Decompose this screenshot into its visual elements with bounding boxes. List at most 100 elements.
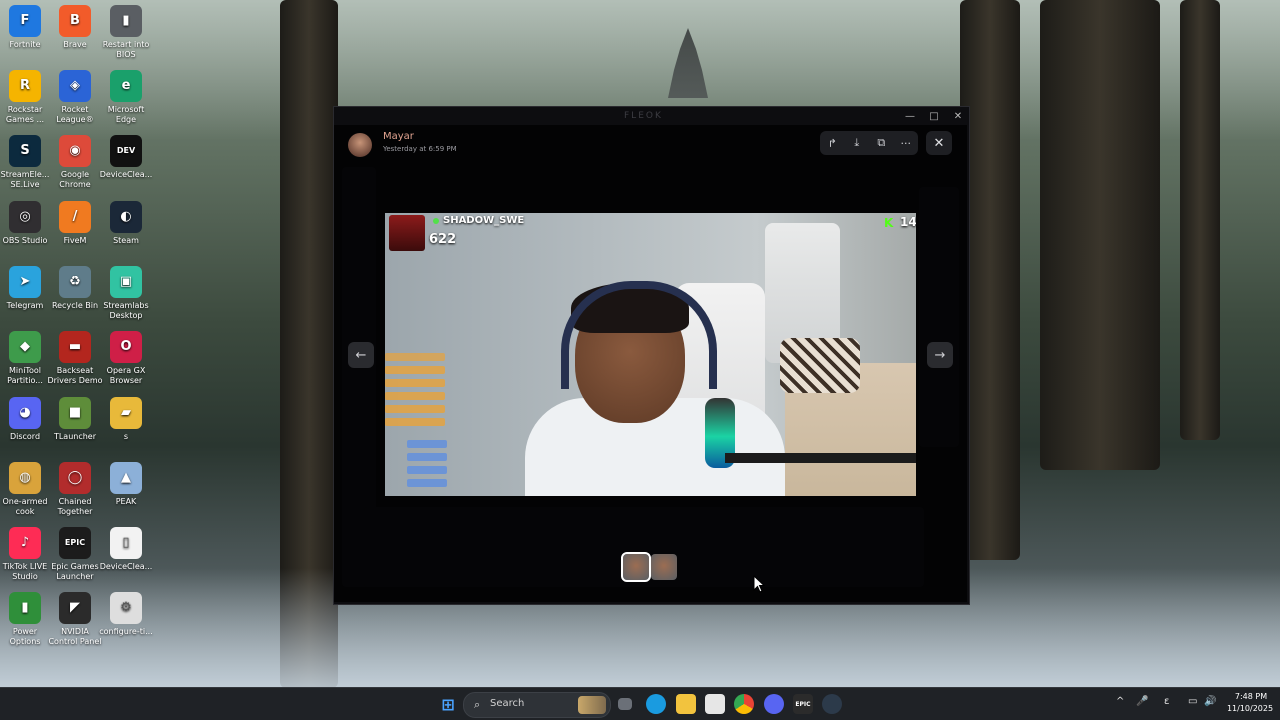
desktop-icon-label: Rocket League® xyxy=(56,105,94,124)
desktop-icon[interactable]: ➤ Telegram xyxy=(0,266,53,311)
minimize-button[interactable]: — xyxy=(902,110,918,124)
discord-taskbar-icon[interactable] xyxy=(764,694,784,714)
desktop-icon[interactable]: ◈ Rocket League® xyxy=(47,70,103,125)
desktop-icon-image: ◉ xyxy=(59,135,91,167)
desktop-icon[interactable]: ⚙ configure-ti... xyxy=(98,592,154,637)
desktop-icon-image: F xyxy=(9,5,41,37)
desktop-icon-image: R xyxy=(9,70,41,102)
desktop-icon[interactable]: ♻ Recycle Bin xyxy=(47,266,103,311)
desktop-icon[interactable]: EPIC Epic Games Launcher xyxy=(47,527,103,582)
desktop-icon-image: ■ xyxy=(59,397,91,429)
desktop-icon[interactable]: ▮ Restart into BIOS xyxy=(98,5,154,60)
desktop-icon-label: Rockstar Games ... xyxy=(5,105,45,124)
network-icon[interactable]: ▭ xyxy=(1188,696,1197,707)
taskbar-search[interactable]: ⌕ Search xyxy=(463,692,611,718)
maximize-button[interactable]: □ xyxy=(926,110,942,124)
desktop-icon-image: B xyxy=(59,5,91,37)
desktop-icon-label: Google Chrome xyxy=(59,170,91,189)
microphone-icon[interactable]: 🎤 xyxy=(1136,696,1148,707)
next-button[interactable]: → xyxy=(927,342,953,368)
desktop-icon-label: Restart into BIOS xyxy=(102,40,150,59)
clock-date[interactable]: 11/10/2025 xyxy=(1224,704,1276,713)
desktop-icon[interactable]: ■ TLauncher xyxy=(47,397,103,442)
desktop-icon-label: Streamlabs Desktop xyxy=(103,301,149,320)
volume-icon[interactable]: 🔊 xyxy=(1204,696,1216,707)
desktop-icon[interactable]: ◎ OBS Studio xyxy=(0,201,53,246)
open-in-browser-icon[interactable]: ⧉ xyxy=(872,134,890,152)
steam-taskbar-icon[interactable] xyxy=(822,694,842,714)
desktop-icon[interactable]: ▯ DeviceClea... xyxy=(98,527,154,572)
desktop-icon[interactable]: ◤ NVIDIA Control Panel xyxy=(47,592,103,647)
desktop-icon-label: Epic Games Launcher xyxy=(51,562,99,581)
desktop-icon[interactable]: ◕ Discord xyxy=(0,397,53,442)
desktop-icon[interactable]: R Rockstar Games ... xyxy=(0,70,53,125)
desktop-icon[interactable]: ▲ PEAK xyxy=(98,462,154,507)
media-viewer-overlay: Mayar Yesterday at 6:59 PM ↱ ⤓ ⧉ ··· ✕ ←… xyxy=(334,125,967,602)
desktop-icon-image: ◯ xyxy=(59,462,91,494)
desktop-icon-label: Steam xyxy=(113,236,139,245)
tree-trunk xyxy=(1180,0,1220,440)
desktop-icon[interactable]: ♪ TikTok LIVE Studio xyxy=(0,527,53,582)
desktop-icon[interactable]: ◆ MiniTool Partitio... xyxy=(0,331,53,386)
forward-icon[interactable]: ↱ xyxy=(823,134,841,152)
desktop-icon-label: StreamEle... SE.Live xyxy=(0,170,50,189)
desktop-icon[interactable]: ◐ Steam xyxy=(98,201,154,246)
desktop-icon-image: EPIC xyxy=(59,527,91,559)
more-options-icon[interactable]: ··· xyxy=(897,134,915,152)
desktop-icon[interactable]: ◯ Chained Together xyxy=(47,462,103,517)
download-icon[interactable]: ⤓ xyxy=(848,134,866,152)
desktop-icon[interactable]: S StreamEle... SE.Live xyxy=(0,135,53,190)
epic-games-taskbar-icon[interactable]: EPIC xyxy=(793,694,813,714)
file-explorer-icon[interactable] xyxy=(676,694,696,714)
desktop-icon-image: ♻ xyxy=(59,266,91,298)
desktop-icon[interactable]: F Fortnite xyxy=(0,5,53,50)
start-button[interactable]: ⊞ xyxy=(438,694,458,714)
desktop-icon[interactable]: ▬ Backseat Drivers Demo xyxy=(47,331,103,386)
chat-overlay-line xyxy=(385,379,445,387)
chat-overlay-line xyxy=(385,405,445,413)
desktop-icon[interactable]: ◉ Google Chrome xyxy=(47,135,103,190)
desktop-icon-label: Backseat Drivers Demo xyxy=(47,366,103,385)
author-name[interactable]: Mayar xyxy=(383,131,414,142)
desktop-icon-image: ▮ xyxy=(9,592,41,624)
thumbnail-item[interactable] xyxy=(621,552,651,582)
input-language-icon[interactable]: ε xyxy=(1164,696,1169,707)
store-icon[interactable] xyxy=(705,694,725,714)
desktop-icon[interactable]: DEV DeviceClea... xyxy=(98,135,154,180)
taskbar: ⊞ ⌕ Search EPIC ^ 🎤 ε ▭ 🔊 7:48 PM 11/10/… xyxy=(0,687,1280,720)
desktop-icon-image: ▮ xyxy=(110,5,142,37)
desktop-icon-image: DEV xyxy=(110,135,142,167)
desktop-icon[interactable]: ▰ s xyxy=(98,397,154,442)
desktop-icon-label: Telegram xyxy=(6,301,44,310)
tray-overflow-icon[interactable]: ^ xyxy=(1116,696,1124,707)
desktop-icon-label: TLauncher xyxy=(53,432,97,441)
background-window-title: FLEOK xyxy=(624,111,663,121)
search-icon: ⌕ xyxy=(474,698,481,711)
close-viewer-button[interactable]: ✕ xyxy=(926,131,952,155)
desktop-icon[interactable]: ◍ One-armed cook xyxy=(0,462,53,517)
previous-button[interactable]: ← xyxy=(348,342,374,368)
media-pillow xyxy=(780,338,860,393)
desktop-icon-label: Chained Together xyxy=(57,497,93,516)
stream-overlay: SHADOW_SWE 622 K 14 xyxy=(385,213,916,253)
edge-taskbar-icon[interactable] xyxy=(646,694,666,714)
chrome-taskbar-icon[interactable] xyxy=(734,694,754,714)
media-mic-arm xyxy=(725,453,916,463)
author-avatar[interactable] xyxy=(348,133,372,157)
window-close-button[interactable]: ✕ xyxy=(950,110,966,124)
desktop-icon-image: ➤ xyxy=(9,266,41,298)
desktop-icon-label: Brave xyxy=(63,40,87,49)
task-view-icon[interactable] xyxy=(618,698,632,710)
clock-time[interactable]: 7:48 PM xyxy=(1228,692,1274,701)
desktop-icon[interactable]: ▮ Power Options xyxy=(0,592,53,647)
streamer-avatar xyxy=(389,215,425,251)
desktop-icon[interactable]: B Brave xyxy=(47,5,103,50)
desktop-icon[interactable]: e Microsoft Edge xyxy=(98,70,154,125)
desktop-icon-label: Recycle Bin xyxy=(51,301,99,310)
desktop-icon[interactable]: / FiveM xyxy=(47,201,103,246)
desktop-icon-image: ◆ xyxy=(9,331,41,363)
desktop-icon[interactable]: ▣ Streamlabs Desktop xyxy=(98,266,154,321)
desktop-icon[interactable]: O Opera GX Browser xyxy=(98,331,154,386)
live-dot-icon xyxy=(433,218,439,224)
thumbnail-item[interactable] xyxy=(651,554,677,580)
